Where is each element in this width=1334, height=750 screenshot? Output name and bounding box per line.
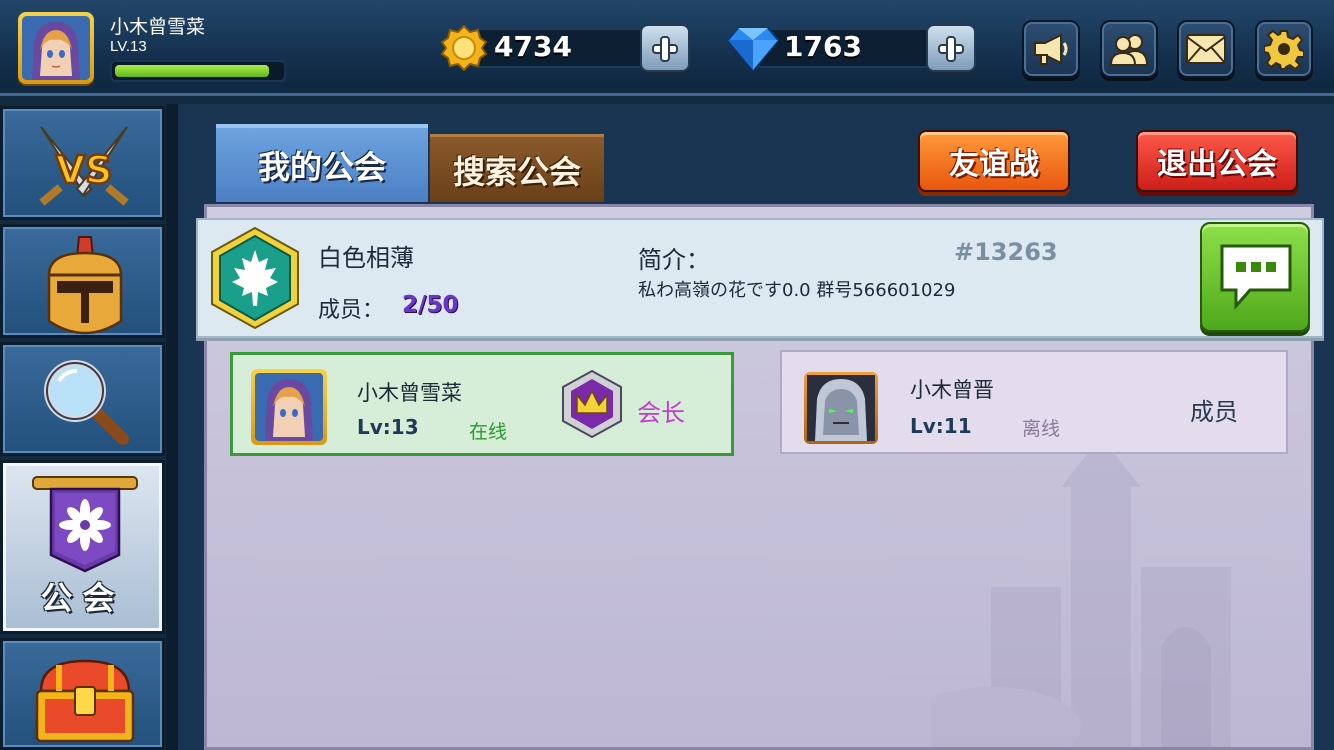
mail-button[interactable] (1177, 20, 1235, 78)
sidebar-item-label-guild: 公会 (40, 579, 125, 617)
member-avatar (251, 369, 327, 445)
member-name: 小木曾雪菜 (357, 381, 462, 405)
top-bar: 小木曾雪菜 LV.13 4734 1763 (0, 0, 1334, 96)
sidebar-item-search[interactable] (0, 342, 165, 456)
friends-button[interactable] (1100, 20, 1158, 78)
settings-button[interactable] (1255, 20, 1313, 78)
friends-icon (1109, 34, 1149, 66)
diamond-icon (726, 27, 780, 72)
sidebar-item-heroes[interactable] (0, 224, 165, 338)
guild-intro-text: 私わ高嶺の花です0.0 群号566601029 (638, 280, 956, 301)
gold-counter: 4734 (440, 24, 692, 72)
xp-bar (110, 60, 286, 82)
guild-name: 白色相薄 (318, 244, 414, 272)
member-level: Lv:11 (910, 414, 972, 438)
treasure-chest-icon (35, 659, 135, 743)
sidebar-item-chest[interactable] (0, 638, 165, 750)
gold-coin-icon (440, 24, 488, 72)
member-role: 会长 (637, 399, 685, 427)
guild-intro-label: 简介： (638, 246, 710, 274)
guild-id: #13263 (954, 238, 1058, 266)
vs-swords-icon: VS (39, 126, 129, 206)
gold-value: 4734 (494, 30, 572, 63)
guild-members-count: 2/50 (402, 292, 459, 318)
player-level: LV.13 (110, 38, 147, 55)
gear-icon (1264, 29, 1304, 69)
add-gems-button[interactable] (926, 24, 976, 72)
knight-helmet-icon (47, 236, 123, 335)
guild-members-label: 成员： (318, 298, 385, 323)
member-role: 成员 (1190, 398, 1238, 426)
member-avatar (804, 372, 878, 444)
player-avatar[interactable] (18, 12, 94, 84)
leader-crown-badge-icon (562, 369, 622, 439)
member-card[interactable]: 小木曾晋 Lv:11 离线 成员 (780, 350, 1288, 454)
member-card[interactable]: 小木曾雪菜 Lv:13 在线 会长 (230, 352, 734, 456)
guild-banner-icon (32, 476, 138, 573)
sidebar-divider (166, 104, 178, 750)
gem-value: 1763 (784, 30, 862, 63)
leave-guild-button[interactable]: 退出公会 (1136, 130, 1298, 192)
chat-bubble-icon (1220, 244, 1292, 310)
tab-search-guild[interactable]: 搜索公会 (430, 134, 604, 202)
gem-counter: 1763 (726, 24, 978, 72)
player-name: 小木曾雪菜 (110, 16, 206, 38)
add-gold-button[interactable] (640, 24, 690, 72)
megaphone-button[interactable] (1022, 20, 1080, 78)
sidebar-item-guild[interactable]: 公会 (0, 460, 165, 634)
guild-emblem-maple-leaf-icon (211, 226, 299, 330)
sidebar-item-pvp[interactable]: VS (0, 106, 165, 220)
member-name: 小木曾晋 (910, 378, 994, 402)
member-status: 在线 (469, 421, 508, 443)
magnifier-icon (44, 360, 129, 445)
svg-text:VS: VS (56, 148, 113, 192)
xp-bar-fill (115, 65, 270, 77)
member-level: Lv:13 (357, 415, 419, 439)
friendly-battle-button[interactable]: 友谊战 (918, 130, 1070, 192)
member-status: 离线 (1022, 418, 1061, 440)
guild-chat-button[interactable] (1200, 222, 1310, 332)
megaphone-icon (1034, 33, 1068, 65)
mail-icon (1186, 34, 1226, 64)
castle-background-icon (931, 437, 1231, 747)
tab-my-guild[interactable]: 我的公会 (216, 124, 428, 202)
